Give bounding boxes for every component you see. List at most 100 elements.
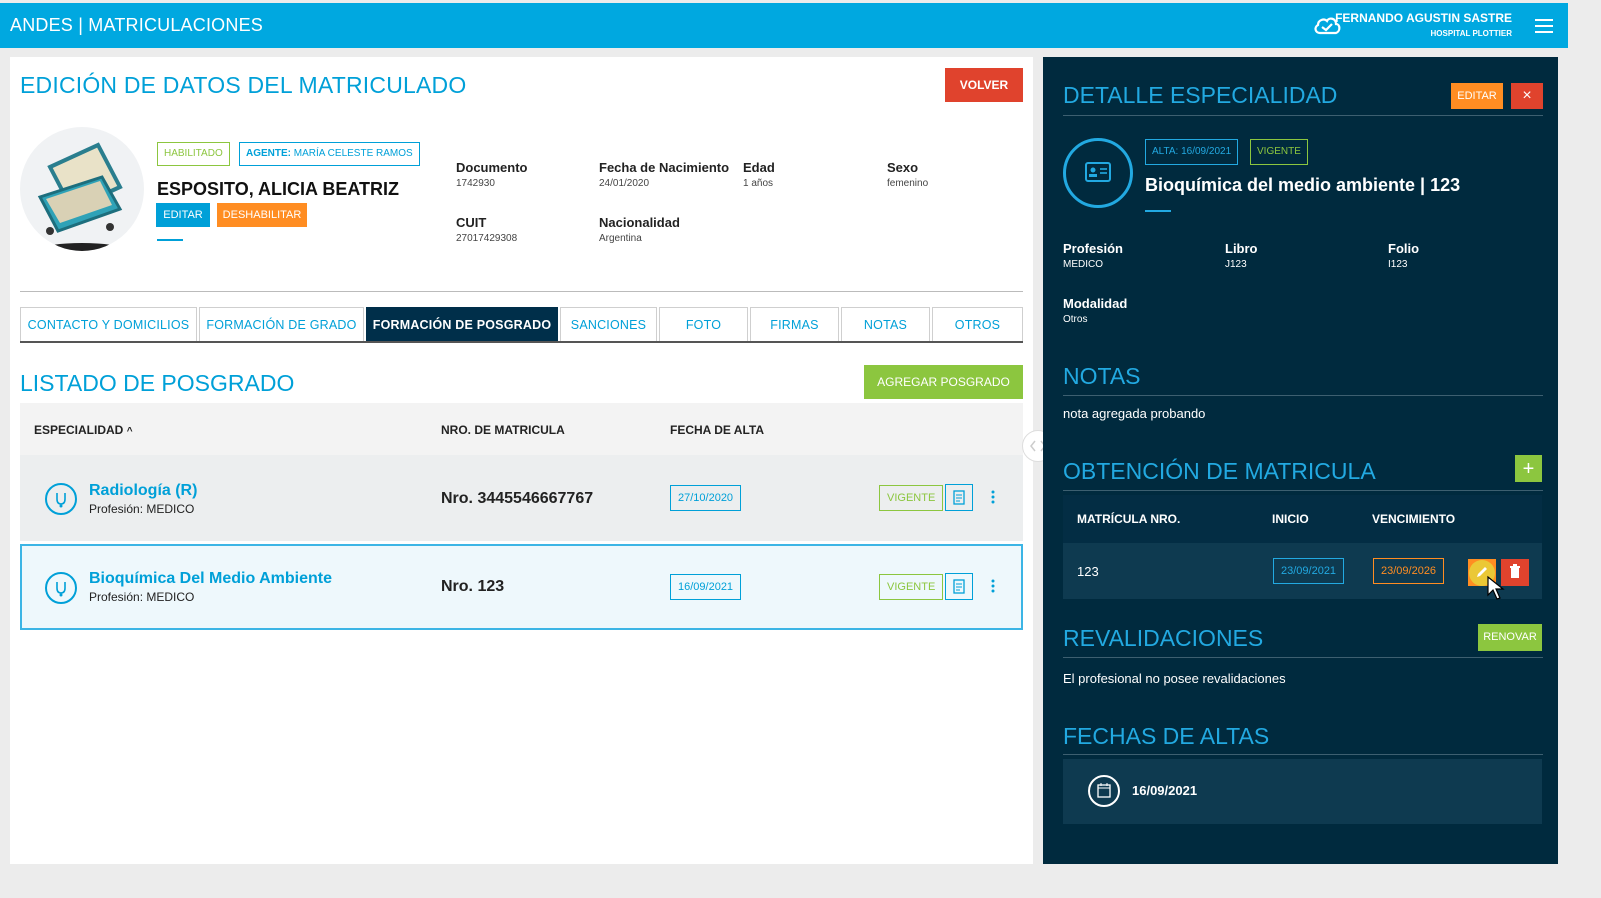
stethoscope-icon (45, 572, 77, 604)
more-options-icon[interactable] (990, 489, 996, 505)
column-nro-matricula: NRO. DE MATRICULA (441, 423, 565, 437)
column-especialidad[interactable]: ESPECIALIDAD ^ (34, 423, 133, 437)
folio-field: Folio I123 (1388, 241, 1419, 270)
inicio-date-badge: 23/09/2021 (1273, 558, 1345, 584)
nacimiento-value: 24/01/2020 (599, 178, 650, 189)
hamburger-menu-icon[interactable] (1535, 19, 1553, 33)
column-fecha-alta: FECHA DE ALTA (670, 423, 764, 437)
libro-field: Libro J123 (1225, 241, 1258, 270)
edit-person-button[interactable]: EDITAR (156, 203, 210, 227)
app-title[interactable]: ANDES | MATRICULACIONES (10, 15, 263, 36)
libro-value: J123 (1225, 259, 1247, 270)
fecha-alta-value: 16/09/2021 (1132, 783, 1198, 798)
column-especialidad-label: ESPECIALIDAD (34, 423, 124, 437)
revalidaciones-title: REVALIDACIONES (1063, 625, 1264, 651)
tab-sanciones[interactable]: SANCIONES (560, 307, 657, 341)
tab-contacto[interactable]: CONTACTO Y DOMICILIOS (20, 307, 197, 341)
tab-formacion-posgrado[interactable]: FORMACIÓN DE POSGRADO (366, 307, 558, 341)
renovar-button[interactable]: RENOVAR (1478, 624, 1542, 651)
page-title: EDICIÓN DE DATOS DEL MATRICULADO (20, 72, 467, 98)
section-rule (1063, 395, 1543, 396)
documento-label: Documento (456, 160, 528, 175)
document-icon[interactable] (945, 573, 973, 600)
specialty-profession: Profesión: MEDICO (89, 502, 195, 516)
sexo-field: Sexo femenino (887, 160, 928, 189)
specialty-profession: Profesión: MEDICO (89, 590, 195, 604)
add-matricula-button[interactable]: + (1515, 455, 1542, 482)
matricula-number: Nro. 123 (441, 578, 505, 595)
scrollbar[interactable] (1568, 0, 1601, 898)
title-accent-line (1145, 210, 1171, 212)
nota-text: nota agregada probando (1063, 406, 1206, 421)
vigente-badge: VIGENTE (1250, 139, 1308, 165)
status-badge: HABILITADO (157, 142, 230, 166)
matricula-number: Nro. 3445546667767 (441, 490, 594, 507)
matricula-table: MATRÍCULA NRO. INICIO VENCIMIENTO 123 23… (1063, 495, 1542, 600)
fechas-altas-title: FECHAS DE ALTAS (1063, 723, 1270, 749)
notas-title: NOTAS (1063, 363, 1141, 389)
mouse-cursor-icon (1487, 575, 1505, 600)
sort-arrow-icon: ^ (126, 426, 133, 437)
folio-value: I123 (1388, 259, 1408, 270)
fecha-alta-badge: 16/09/2021 (670, 574, 742, 600)
disable-person-button[interactable]: DESHABILITAR (217, 203, 307, 227)
specialty-name[interactable]: Radiología (R) (89, 482, 197, 500)
fecha-alta-item: 16/09/2021 (1063, 759, 1542, 824)
sexo-label: Sexo (887, 160, 919, 175)
tab-bar: CONTACTO Y DOMICILIOS FORMACIÓN DE GRADO… (20, 307, 1023, 343)
profesion-field: Profesión MEDICO (1063, 241, 1123, 270)
cuit-field: CUIT 27017429308 (456, 215, 517, 244)
section-divider (20, 291, 1023, 292)
table-row[interactable]: Radiología (R) Profesión: MEDICO Nro. 34… (20, 455, 1023, 541)
documento-value: 1742930 (456, 178, 495, 189)
column-inicio: INICIO (1272, 512, 1309, 526)
sexo-value: femenino (887, 178, 929, 189)
vigente-badge: VIGENTE (879, 574, 944, 600)
nacimiento-field: Fecha de Nacimiento 24/01/2020 (599, 160, 729, 189)
tab-notas[interactable]: NOTAS (841, 307, 930, 341)
person-name: ESPOSITO, ALICIA BEATRIZ (157, 179, 400, 199)
column-matricula-nro: MATRÍCULA NRO. (1077, 512, 1181, 526)
detail-panel: DETALLE ESPECIALIDAD EDITAR × ALTA: 16/0… (1043, 57, 1558, 864)
fecha-alta-badge: 27/10/2020 (670, 485, 742, 511)
libro-label: Libro (1225, 241, 1258, 256)
nacionalidad-value: Argentina (599, 233, 642, 244)
calendar-icon (1088, 775, 1120, 807)
nacimiento-label: Fecha de Nacimiento (599, 160, 730, 175)
tab-firmas[interactable]: FIRMAS (750, 307, 839, 341)
matricula-nro-value: 123 (1077, 564, 1099, 579)
close-icon[interactable]: × (1511, 83, 1543, 109)
revalidaciones-text: El profesional no posee revalidaciones (1063, 671, 1286, 686)
table-row-selected[interactable]: Bioquímica Del Medio Ambiente Profesión:… (20, 544, 1023, 630)
agent-badge-label: AGENTE: (246, 148, 291, 159)
back-button[interactable]: VOLVER (945, 68, 1023, 102)
documento-field: Documento 1742930 (456, 160, 528, 189)
user-info[interactable]: FERNANDO AGUSTIN SASTRE HOSPITAL PLOTTIE… (1335, 11, 1512, 38)
avatar (20, 127, 144, 251)
cuit-label: CUIT (456, 215, 487, 230)
table-header: ESPECIALIDAD ^ NRO. DE MATRICULA FECHA D… (20, 403, 1023, 455)
nacionalidad-field: Nacionalidad Argentina (599, 215, 680, 244)
section-rule (1063, 115, 1543, 116)
add-posgrado-button[interactable]: AGREGAR POSGRADO (864, 365, 1023, 399)
agent-badge: AGENTE: MARÍA CELESTE RAMOS (239, 142, 420, 166)
edit-specialty-button[interactable]: EDITAR (1451, 83, 1503, 109)
specialty-name[interactable]: Bioquímica Del Medio Ambiente (89, 570, 332, 588)
list-title: LISTADO DE POSGRADO (20, 370, 295, 396)
modalidad-field: Modalidad Otros (1063, 296, 1127, 325)
tab-otros[interactable]: OTROS (932, 307, 1023, 341)
folio-label: Folio (1388, 241, 1420, 256)
detail-title: DETALLE ESPECIALIDAD (1063, 82, 1338, 108)
more-options-icon[interactable] (990, 578, 996, 594)
modalidad-label: Modalidad (1063, 296, 1128, 311)
tab-foto[interactable]: FOTO (659, 307, 748, 341)
edad-label: Edad (743, 160, 775, 175)
vigente-badge: VIGENTE (879, 485, 944, 511)
section-rule (1063, 490, 1543, 491)
matricula-table-header: MATRÍCULA NRO. INICIO VENCIMIENTO (1063, 495, 1542, 543)
tab-formacion-grado[interactable]: FORMACIÓN DE GRADO (199, 307, 364, 341)
document-icon[interactable] (945, 484, 973, 511)
profesion-label: Profesión (1063, 241, 1123, 256)
profesion-value: MEDICO (1063, 259, 1103, 270)
modalidad-value: Otros (1063, 314, 1088, 325)
